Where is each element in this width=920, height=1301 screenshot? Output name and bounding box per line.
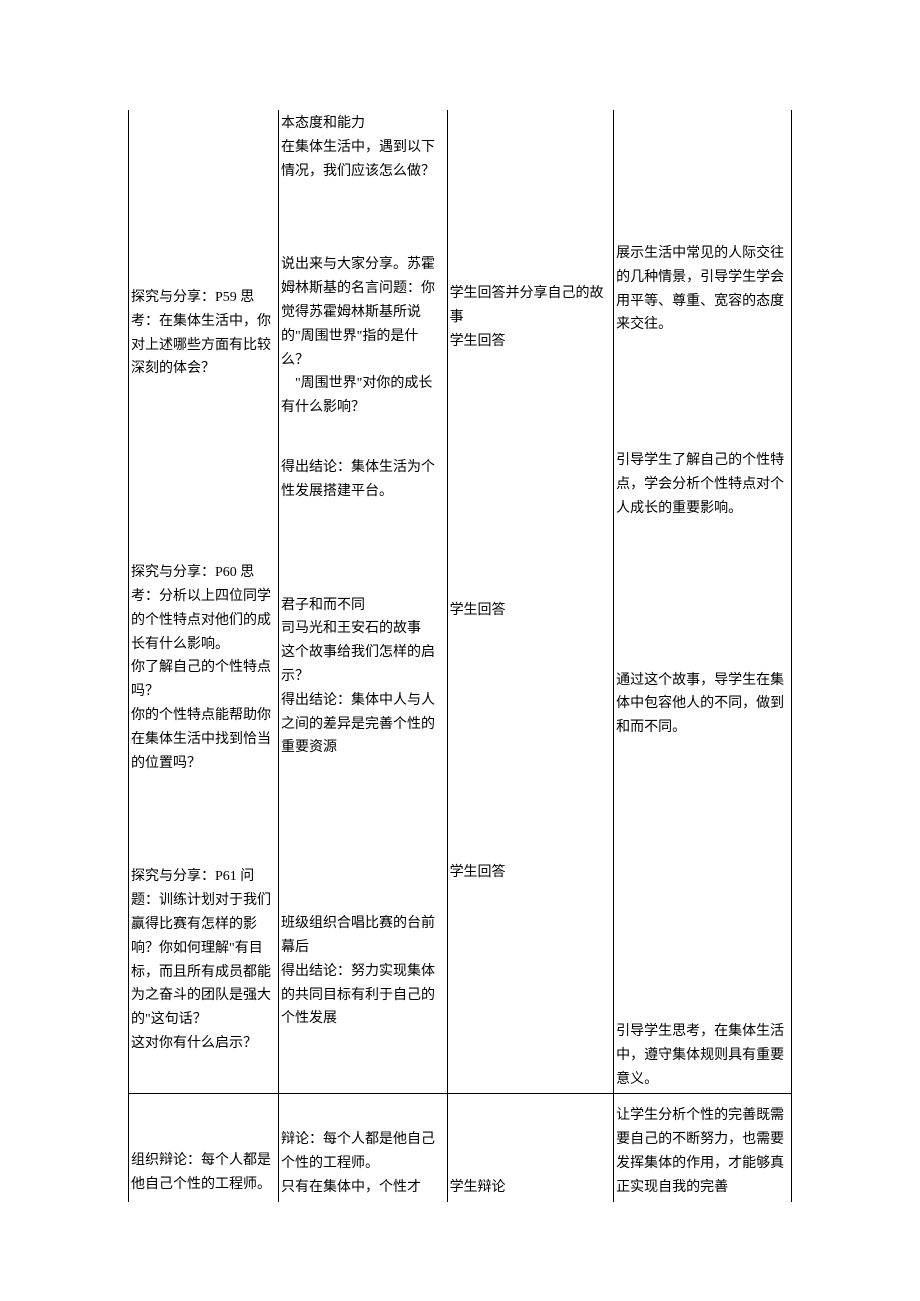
lesson-plan-table: 探究与分享：P59 思考：在集体生活中，你对上述哪些方面有比较深刻的体会？ 探究…	[128, 110, 792, 1202]
table-row: 组织辩论：每个人都是他自己个性的工程师。 辩论：每个人都是他自己个性的工程师。 …	[129, 1094, 792, 1202]
text: 得出结论：集体生活为个性发展搭建平台。	[281, 456, 445, 504]
cell-col3: 学生回答并分享自己的故事 学生回答 学生回答 学生回答	[447, 110, 614, 1094]
text: 探究与分享：P60 思考：分析以上四位同学的个性特点对他们的成长有什么影响。	[131, 561, 276, 656]
table-row: 探究与分享：P59 思考：在集体生活中，你对上述哪些方面有比较深刻的体会？ 探究…	[129, 110, 792, 1094]
cell-col1: 组织辩论：每个人都是他自己个性的工程师。	[129, 1094, 279, 1202]
cell-col2: 本态度和能力 在集体生活中，遇到以下情况，我们应该怎么做？ 说出来与大家分享。苏…	[278, 110, 447, 1094]
text: 这对你有什么启示？	[131, 1032, 276, 1056]
cell-col2: 辩论：每个人都是他自己个性的工程师。 只有在集体中，个性才	[278, 1094, 447, 1202]
cell-col1: 探究与分享：P59 思考：在集体生活中，你对上述哪些方面有比较深刻的体会？ 探究…	[129, 110, 279, 1094]
text: 得出结论：集体中人与人之间的差异是完善个性的重要资源	[281, 689, 445, 760]
text: 展示生活中常见的人际交往的几种情景，引导学生学会用平等、尊重、宽容的态度来交往。	[616, 242, 789, 337]
text: 组织辩论：每个人都是他自己个性的工程师。	[131, 1149, 276, 1197]
document-page: 探究与分享：P59 思考：在集体生活中，你对上述哪些方面有比较深刻的体会？ 探究…	[0, 0, 920, 1301]
text: 得出结论：努力实现集体的共同目标有利于自己的个性发展	[281, 960, 445, 1031]
text: 只有在集体中，个性才	[281, 1176, 445, 1200]
text: 本态度和能力	[281, 112, 445, 136]
text: 学生回答	[450, 861, 612, 885]
text: 探究与分享：P61 问题：训练计划对于我们赢得比赛有怎样的影响？你如何理解"有目…	[131, 865, 276, 1032]
text: "周围世界"对你的成长有什么影响？	[281, 372, 445, 420]
text: 司马光和王安石的故事	[281, 617, 445, 641]
text: 学生回答	[450, 330, 612, 354]
cell-col4: 让学生分析个性的完善既需要自己的不断努力，也需要发挥集体的作用，才能够真正实现自…	[614, 1094, 792, 1202]
cell-col4: 展示生活中常见的人际交往的几种情景，引导学生学会用平等、尊重、宽容的态度来交往。…	[614, 110, 792, 1094]
cell-col3: 学生辩论	[447, 1094, 614, 1202]
text: 君子和而不同	[281, 594, 445, 618]
text: 学生回答	[450, 599, 612, 623]
text: 引导学生了解自己的个性特点，学会分析个性特点对个人成长的重要影响。	[616, 449, 789, 520]
text: 学生辩论	[450, 1176, 612, 1200]
text: 说出来与大家分享。苏霍姆林斯基的名言问题：你觉得苏霍姆林斯基所说的"周围世界"指…	[281, 253, 445, 372]
text: 你的个性特点能帮助你在集体生活中找到恰当的位置吗？	[131, 704, 276, 775]
text: 班级组织合唱比赛的台前幕后	[281, 912, 445, 960]
text: 在集体生活中，遇到以下情况，我们应该怎么做？	[281, 136, 445, 184]
text: 这个故事给我们怎样的启示？	[281, 641, 445, 689]
text: 你了解自己的个性特点吗？	[131, 656, 276, 704]
text: 探究与分享：P59 思考：在集体生活中，你对上述哪些方面有比较深刻的体会？	[131, 286, 276, 381]
text: 学生回答并分享自己的故事	[450, 282, 612, 330]
text: 辩论：每个人都是他自己个性的工程师。	[281, 1128, 445, 1176]
text: 让学生分析个性的完善既需要自己的不断努力，也需要发挥集体的作用，才能够真正实现自…	[616, 1104, 789, 1199]
text: 引导学生思考，在集体生活中，遵守集体规则具有重要意义。	[616, 1020, 789, 1091]
text: 通过这个故事，导学生在集体中包容他人的不同，做到和而不同。	[616, 669, 789, 740]
